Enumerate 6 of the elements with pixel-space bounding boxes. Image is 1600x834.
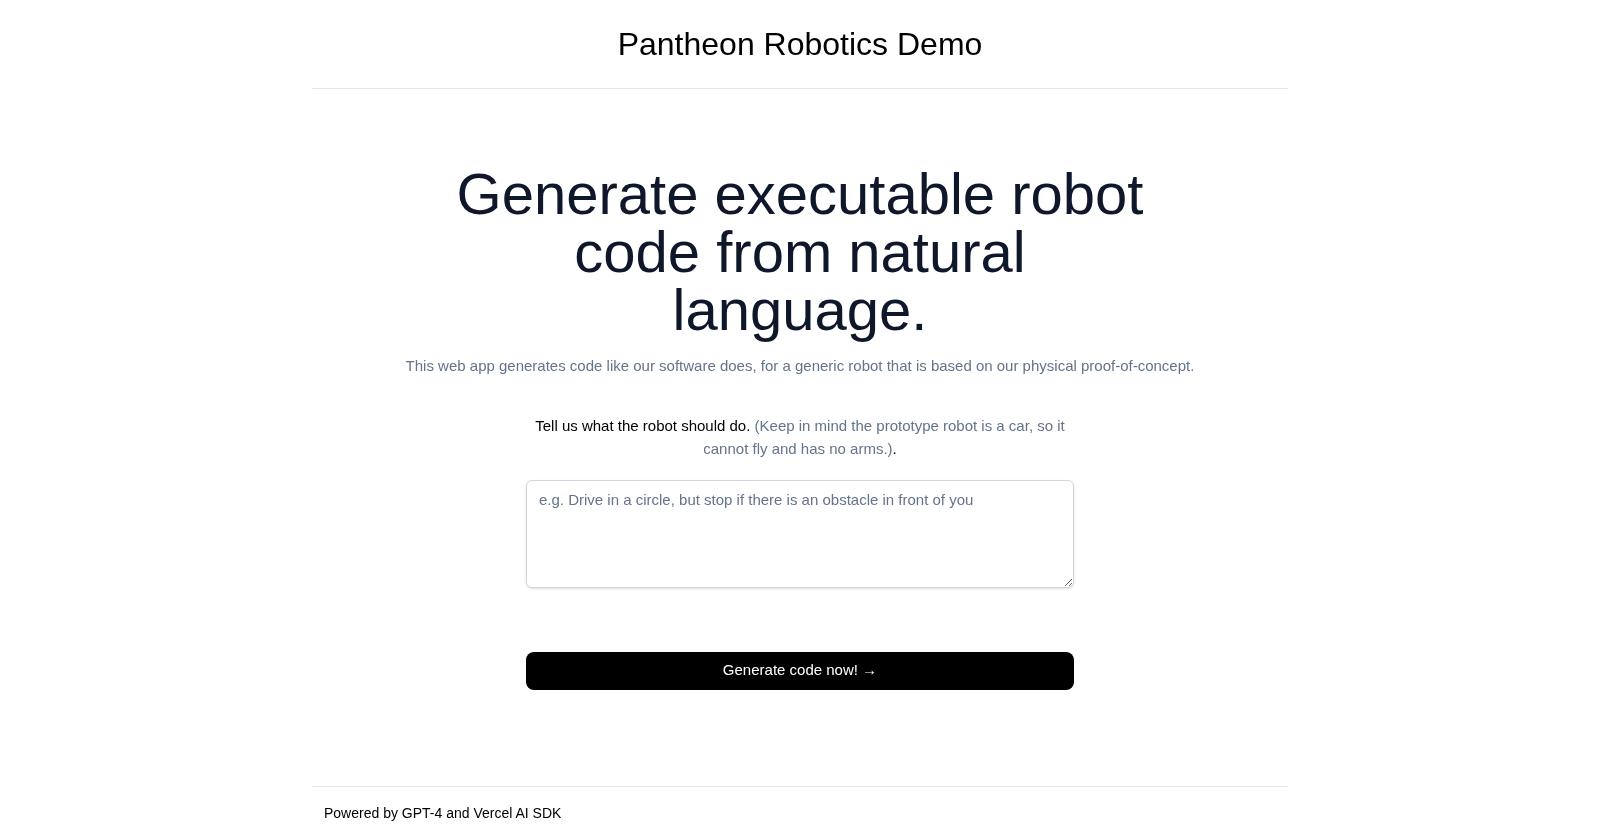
prompt-field[interactable]: e.g. Drive in a circle, but stop if there is an obstacle in front of you (526, 479, 1074, 588)
site-title: Pantheon Robotics Demo (617, 25, 983, 64)
hero-subtitle: This web app generates code like our software does, for a generic robot that is based on our physical proof-of-concept. (405, 356, 1195, 376)
prompt-instruction: Tell us what the robot should do. (Keep in mind the prototype robot is a car, so it cannot fly and has no arms.). (534, 415, 1066, 459)
generate-button[interactable]: Generate code now! → (526, 651, 1074, 690)
footer-text: Powered by GPT-4 and Vercel AI SDK (324, 803, 563, 823)
